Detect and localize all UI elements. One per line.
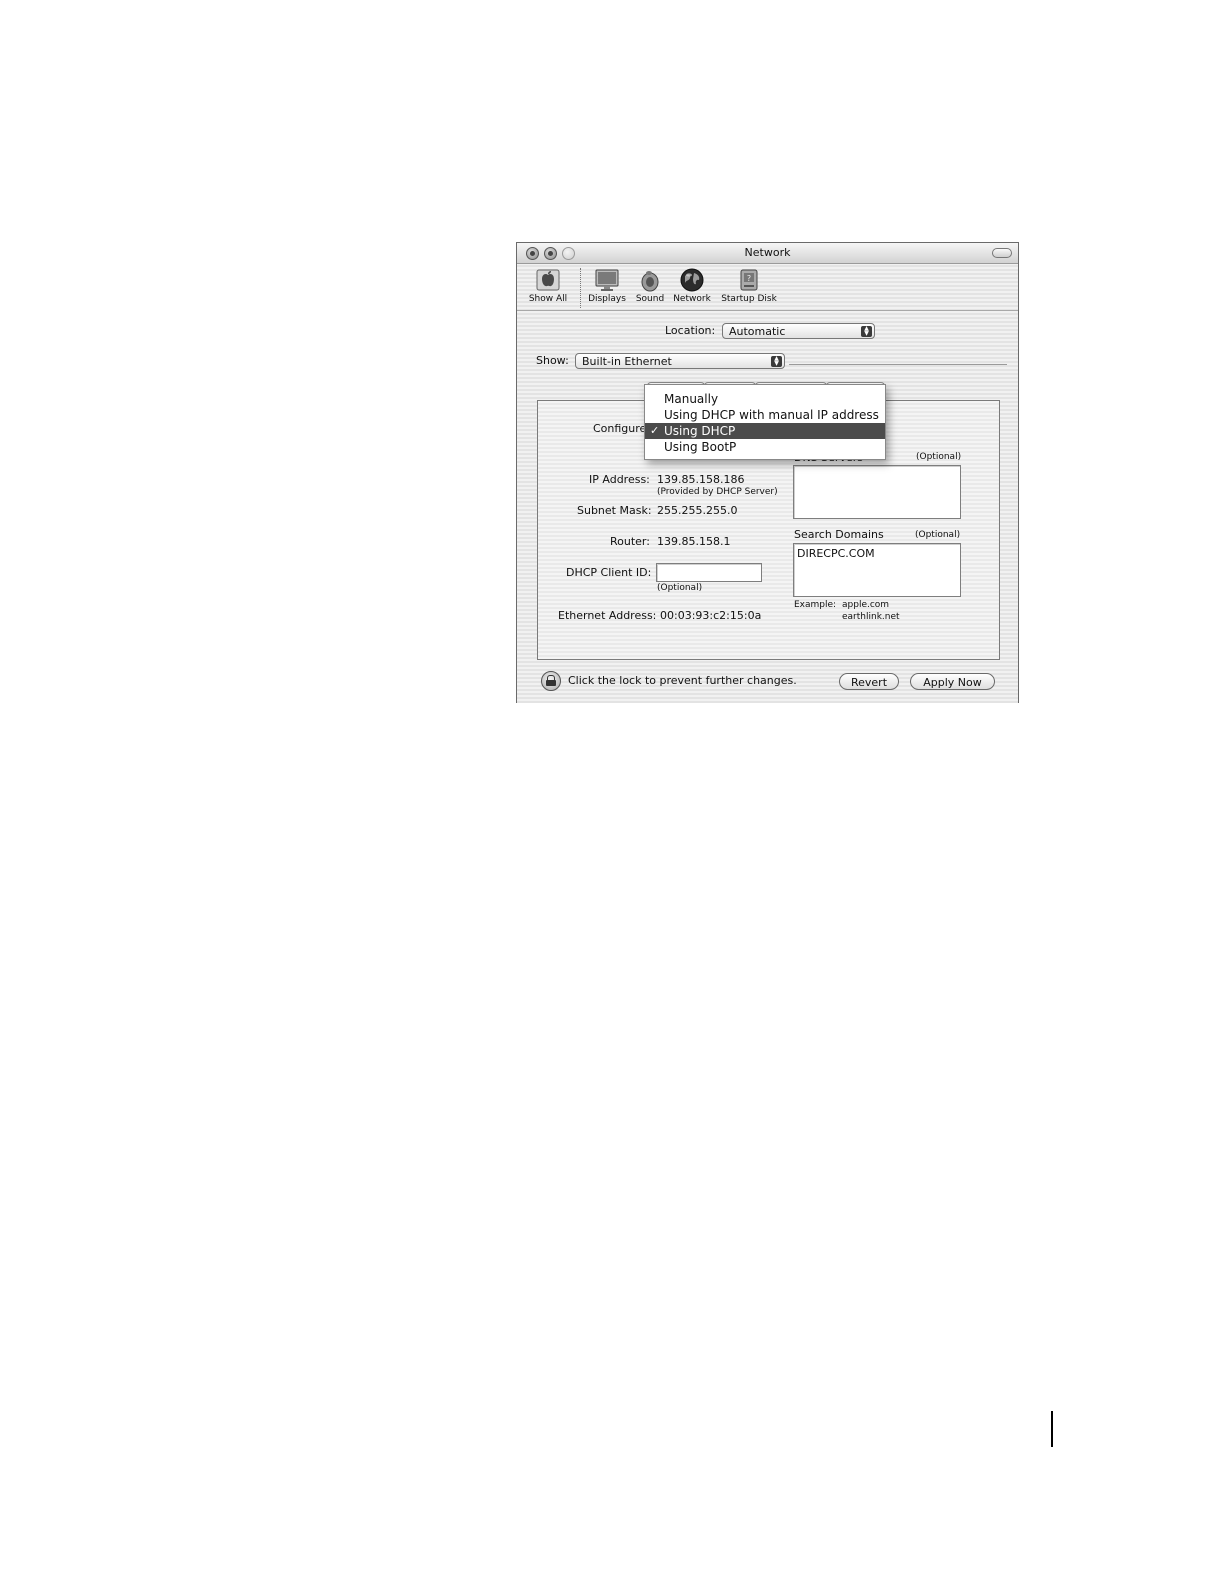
toolbar-item-label: Sound: [635, 294, 665, 304]
apple-icon: [535, 267, 561, 293]
configure-dropdown-menu: Manually Using DHCP with manual IP addre…: [644, 384, 886, 460]
menu-item-bootp[interactable]: Using BootP: [645, 439, 885, 455]
popup-arrows-icon: ▲ ▼: [771, 356, 782, 367]
show-label: Show:: [536, 354, 569, 367]
toolbar-show-all[interactable]: Show All: [525, 267, 571, 304]
toolbar-startup-disk[interactable]: ? Startup Disk: [718, 267, 780, 304]
search-domains-label: Search Domains: [794, 528, 884, 541]
location-value: Automatic: [729, 325, 786, 338]
location-popup[interactable]: Automatic ▲ ▼: [722, 323, 875, 339]
search-domains-field[interactable]: DIRECPC.COM: [793, 543, 961, 597]
page-margin-rule: [1051, 1411, 1053, 1447]
window-title: Network: [744, 246, 791, 259]
menu-item-label: Using DHCP: [664, 424, 736, 438]
divider: [789, 364, 1007, 365]
ip-address-value: 139.85.158.186: [657, 473, 745, 486]
apply-now-button[interactable]: Apply Now: [910, 673, 995, 690]
show-popup[interactable]: Built-in Ethernet ▲ ▼: [575, 353, 785, 369]
dhcp-client-id-input[interactable]: [656, 563, 762, 582]
toolbar-item-label: Displays: [588, 294, 626, 304]
lock-icon[interactable]: [541, 671, 561, 691]
checkmark-icon: ✓: [650, 424, 660, 437]
menu-item-dhcp-manual[interactable]: Using DHCP with manual IP address: [645, 407, 885, 423]
toolbar-toggle-button[interactable]: [992, 248, 1012, 258]
startup-disk-icon: ?: [736, 267, 762, 293]
menu-item-using-dhcp[interactable]: ✓ Using DHCP: [645, 423, 885, 439]
network-preferences-window: Network Show All Displays Sound Network …: [516, 242, 1019, 703]
revert-button[interactable]: Revert: [839, 673, 899, 690]
router-label: Router:: [610, 535, 650, 548]
lock-message: Click the lock to prevent further change…: [568, 674, 797, 687]
toolbar-item-label: Show All: [528, 294, 568, 304]
dhcp-client-id-note: (Optional): [657, 583, 703, 593]
router-value: 139.85.158.1: [657, 535, 731, 548]
svg-text:?: ?: [747, 274, 751, 283]
show-value: Built-in Ethernet: [582, 355, 672, 368]
sound-icon: [637, 267, 663, 293]
ethernet-address-label: Ethernet Address:: [558, 609, 657, 622]
ethernet-address-value: 00:03:93:c2:15:0a: [660, 609, 762, 622]
subnet-mask-label: Subnet Mask:: [577, 504, 652, 517]
ip-address-label: IP Address:: [589, 473, 650, 486]
toolbar-item-label: Startup Disk: [721, 294, 777, 304]
example-domain-2: earthlink.net: [842, 612, 900, 622]
dns-servers-field[interactable]: [793, 465, 961, 519]
toolbar-separator: [580, 268, 581, 308]
title-bar[interactable]: Network: [517, 243, 1018, 264]
example-domain-1: apple.com: [842, 600, 890, 610]
popup-arrows-icon: ▲ ▼: [861, 326, 872, 337]
network-globe-icon: [679, 267, 705, 293]
dns-servers-optional: (Optional): [916, 452, 962, 462]
toolbar-network[interactable]: Network: [670, 267, 714, 304]
location-label: Location:: [665, 324, 716, 337]
example-label: Example:: [794, 600, 837, 610]
ip-address-note: (Provided by DHCP Server): [657, 487, 778, 497]
search-domains-value: DIRECPC.COM: [797, 547, 875, 560]
subnet-mask-value: 255.255.255.0: [657, 504, 738, 517]
search-domains-optional: (Optional): [915, 530, 961, 540]
toolbar-sound[interactable]: Sound: [633, 267, 667, 304]
toolbar-item-label: Network: [673, 294, 711, 304]
displays-icon: [594, 267, 620, 293]
configure-label: Configure: [593, 422, 647, 435]
toolbar-displays[interactable]: Displays: [585, 267, 629, 304]
preferences-toolbar: Show All Displays Sound Network ? Startu…: [517, 264, 1018, 311]
dhcp-client-id-label: DHCP Client ID:: [566, 566, 652, 579]
menu-item-manually[interactable]: Manually: [645, 391, 885, 407]
